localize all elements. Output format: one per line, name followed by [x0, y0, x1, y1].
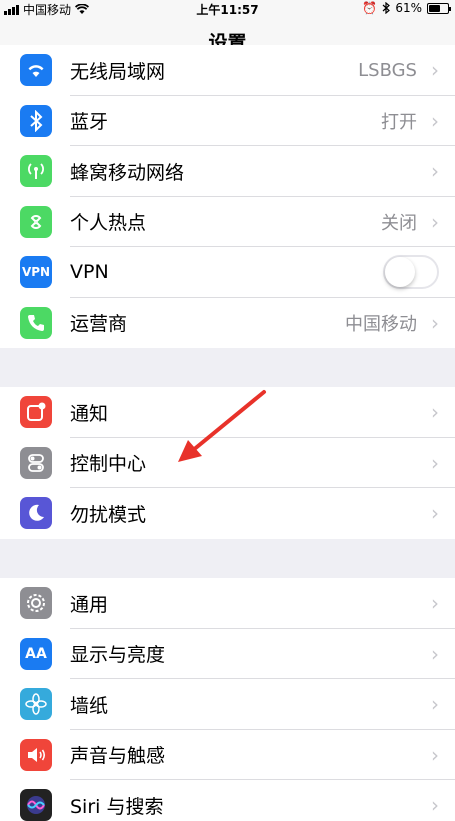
battery-level: [429, 4, 440, 12]
bluetooth-status-icon: [382, 2, 391, 14]
settings-row-wallpaper[interactable]: 墙纸 ›: [0, 679, 455, 730]
toggle-knob: [385, 257, 415, 288]
chevron-right-icon: ›: [431, 591, 439, 616]
wallpaper-icon: [20, 688, 52, 721]
settings-row-vpn: VPN VPN: [0, 247, 455, 298]
battery-percent: 61%: [395, 1, 422, 15]
sound-icon: [20, 738, 52, 771]
settings-row-do-not-disturb[interactable]: 勿扰模式 ›: [0, 488, 455, 539]
row-value: 关闭: [381, 212, 417, 234]
row-value: 中国移动: [345, 313, 417, 335]
row-label: 通用: [70, 593, 109, 616]
row-label: 蜂窝移动网络: [70, 161, 185, 184]
annotation-arrow-icon: [178, 390, 266, 462]
bluetooth-icon: [20, 104, 52, 137]
row-label: 控制中心: [70, 453, 147, 476]
vpn-icon-text: VPN: [21, 265, 51, 280]
status-right: ⏰ 61%: [362, 1, 451, 15]
row-label: Siri 与搜索: [70, 795, 164, 818]
chevron-right-icon: ›: [431, 400, 439, 425]
chevron-right-icon: ›: [431, 450, 439, 475]
notifications-icon: [20, 396, 52, 429]
cellular-icon: [20, 155, 52, 188]
chevron-right-icon: ›: [431, 159, 439, 184]
row-label: 无线局域网: [70, 60, 166, 83]
row-value: 打开: [381, 111, 417, 133]
row-label: 墙纸: [70, 694, 109, 717]
wifi-icon: [20, 54, 52, 87]
row-label: 蓝牙: [70, 111, 109, 134]
settings-row-wlan[interactable]: 无线局域网 LSBGS ›: [0, 45, 455, 96]
hotspot-icon: [20, 205, 52, 238]
settings-row-general[interactable]: 通用 ›: [0, 578, 455, 629]
chevron-right-icon: ›: [431, 793, 439, 818]
general-group: 通用 › AA 显示与亮度 › 墙纸 › 声音与触感 › Siri 与搜索 ›: [0, 578, 455, 821]
status-bar: 中国移动 上午11:57 ⏰ 61%: [0, 0, 455, 18]
row-label: 勿扰模式: [70, 503, 147, 526]
chevron-right-icon: ›: [431, 108, 439, 133]
vpn-toggle[interactable]: [383, 255, 439, 290]
settings-row-hotspot[interactable]: 个人热点 关闭 ›: [0, 197, 455, 247]
control-center-icon: [20, 446, 52, 479]
row-label: 通知: [70, 402, 109, 425]
siri-icon: [20, 789, 52, 821]
settings-row-cellular[interactable]: 蜂窝移动网络 ›: [0, 146, 455, 197]
phone-icon: [20, 306, 52, 339]
chevron-right-icon: ›: [431, 692, 439, 717]
row-label: 声音与触感: [70, 745, 166, 768]
moon-icon: [20, 497, 52, 530]
chevron-right-icon: ›: [431, 209, 439, 234]
chevron-right-icon: ›: [431, 310, 439, 335]
row-label: VPN: [70, 261, 109, 284]
row-label: 个人热点: [70, 212, 147, 235]
settings-row-sounds[interactable]: 声音与触感 ›: [0, 730, 455, 780]
display-icon: AA: [20, 637, 52, 670]
chevron-right-icon: ›: [431, 501, 439, 526]
gear-icon: [20, 587, 52, 620]
alarm-icon: ⏰: [362, 1, 378, 15]
chevron-right-icon: ›: [431, 742, 439, 767]
chevron-right-icon: ›: [431, 641, 439, 666]
display-icon-text: AA: [25, 645, 47, 662]
row-label: 显示与亮度: [70, 644, 166, 667]
settings-row-bluetooth[interactable]: 蓝牙 打开 ›: [0, 96, 455, 146]
vpn-icon: VPN: [20, 256, 52, 289]
settings-row-siri[interactable]: Siri 与搜索 ›: [0, 780, 455, 821]
settings-row-carrier[interactable]: 运营商 中国移动 ›: [0, 298, 455, 349]
row-value: LSBGS: [358, 59, 417, 81]
connectivity-group: 无线局域网 LSBGS › 蓝牙 打开 › 蜂窝移动网络 › 个人热点 关闭 ›…: [0, 45, 455, 348]
row-label: 运营商: [70, 313, 128, 336]
chevron-right-icon: ›: [431, 58, 439, 83]
battery-icon: [427, 2, 451, 14]
settings-row-display[interactable]: AA 显示与亮度 ›: [0, 629, 455, 679]
